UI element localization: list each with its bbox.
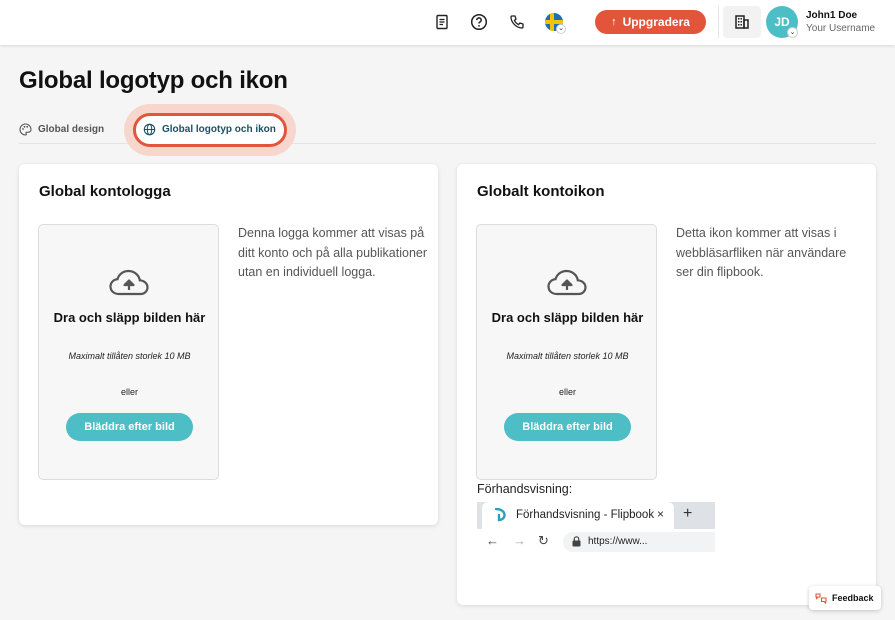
- document-icon[interactable]: [432, 12, 452, 32]
- dropzone-title: Dra och släpp bilden här: [53, 310, 206, 325]
- help-icon[interactable]: [469, 12, 489, 32]
- browser-url: https://www...: [588, 536, 648, 547]
- browser-tab-strip: Förhandsvisning - Flipbook × +: [477, 502, 715, 529]
- browser-address-bar: https://www...: [563, 532, 715, 552]
- browse-image-button[interactable]: Bläddra efter bild: [504, 413, 631, 441]
- close-icon: ×: [657, 507, 665, 521]
- feedback-icon: [815, 593, 827, 604]
- lock-icon: [572, 536, 581, 547]
- logo-dropzone[interactable]: Dra och släpp bilden här Maximalt tillåt…: [38, 224, 219, 480]
- building-icon[interactable]: [723, 6, 761, 38]
- preview-label: Förhandsvisning:: [477, 482, 573, 496]
- tab-global-logo-and-icon[interactable]: Global logotyp och ikon: [143, 123, 276, 136]
- global-logo-card: Global kontologga Dra och släpp bilden h…: [19, 164, 438, 525]
- browser-tab: Förhandsvisning - Flipbook ×: [482, 502, 674, 529]
- back-arrow-icon: ←: [486, 533, 499, 548]
- dropzone-title: Dra och släpp bilden här: [491, 310, 644, 325]
- dropzone-size-limit: Maximalt tillåten storlek 10 MB: [506, 351, 629, 361]
- cloud-upload-icon: [109, 269, 149, 296]
- icon-dropzone[interactable]: Dra och släpp bilden här Maximalt tillåt…: [476, 224, 657, 480]
- browser-tab-preview: Förhandsvisning - Flipbook × + ← → ↻ htt…: [477, 502, 715, 555]
- card-title: Globalt kontoikon: [477, 183, 605, 200]
- browser-toolbar: ← → ↻ https://www...: [477, 529, 715, 555]
- arrow-up-icon: ↑: [611, 16, 617, 28]
- cloud-upload-icon: [547, 269, 587, 296]
- feedback-label: Feedback: [832, 593, 874, 603]
- tab-label: Global logotyp och ikon: [162, 124, 276, 135]
- global-icon-card: Globalt kontoikon Dra och släpp bilden h…: [457, 164, 876, 605]
- dropzone-or: eller: [120, 387, 138, 397]
- page-title: Global logotyp och ikon: [19, 67, 288, 94]
- reload-icon: ↻: [538, 533, 549, 548]
- dropzone-size-limit: Maximalt tillåten storlek 10 MB: [68, 351, 191, 361]
- forward-arrow-icon: →: [513, 533, 526, 548]
- chevron-down-icon[interactable]: ⌄: [787, 27, 798, 38]
- tab-global-design[interactable]: Global design: [19, 123, 104, 136]
- header-divider: [718, 6, 719, 38]
- browser-tab-title: Förhandsvisning - Flipbook: [516, 509, 655, 521]
- user-name: John1 Doe: [806, 10, 858, 21]
- icon-description: Detta ikon kommer att visas i webbläsarf…: [676, 226, 847, 279]
- user-username: Your Username: [806, 23, 876, 34]
- upgrade-button[interactable]: ↑ Uppgradera: [595, 10, 706, 34]
- globe-icon: [143, 123, 156, 136]
- browse-image-button[interactable]: Bläddra efter bild: [66, 413, 193, 441]
- chevron-down-icon: ⌄: [556, 24, 566, 34]
- phone-icon[interactable]: [507, 12, 527, 32]
- card-title: Global kontologga: [39, 183, 171, 200]
- logo-description: Denna logga kommer att visas på ditt kon…: [238, 226, 428, 279]
- upgrade-label: Uppgradera: [622, 15, 690, 29]
- top-bar: ⌄ ↑ Uppgradera JD ⌄ John1 Doe Your Usern…: [0, 0, 895, 45]
- palette-icon: [19, 123, 32, 136]
- dropzone-or: eller: [558, 387, 576, 397]
- flipbook-favicon-icon: [494, 508, 506, 522]
- new-tab-icon: +: [683, 505, 693, 522]
- tab-label: Global design: [38, 124, 105, 135]
- feedback-button[interactable]: Feedback: [809, 586, 881, 610]
